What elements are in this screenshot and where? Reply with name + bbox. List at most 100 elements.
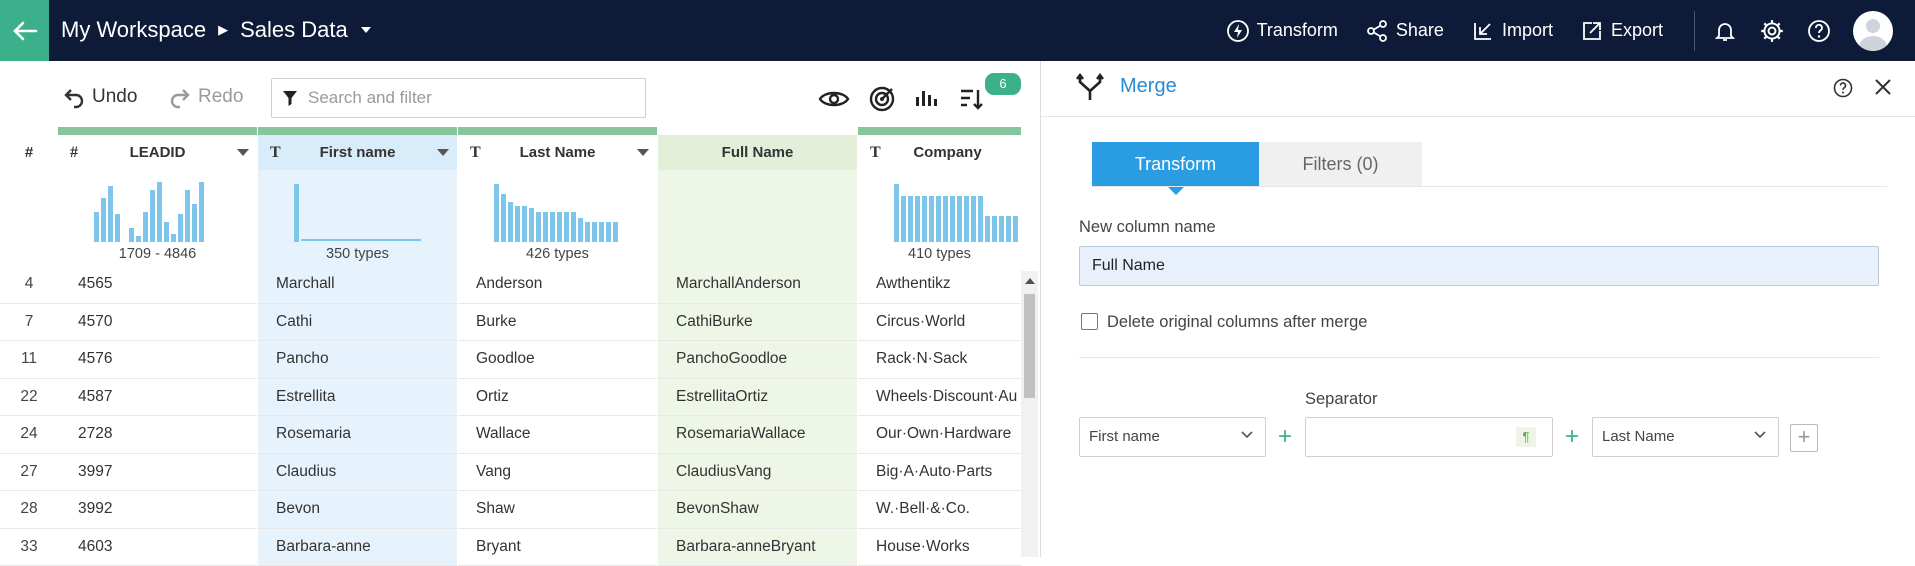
table-cell[interactable]: Ortiz — [458, 379, 657, 417]
back-button[interactable] — [0, 0, 49, 61]
table-cell: Barbara-anneBryant — [658, 529, 857, 566]
import-button[interactable]: Import — [1471, 19, 1553, 43]
caret-down-icon[interactable] — [360, 26, 372, 34]
column-company: T Company — [858, 127, 1021, 566]
column-profile — [658, 170, 857, 266]
table-cell[interactable]: Rosemaria — [258, 416, 457, 454]
scroll-up-icon[interactable] — [1025, 278, 1035, 284]
row-number: 27 — [0, 454, 58, 492]
undo-button[interactable]: Undo — [62, 85, 137, 109]
row-number-column: # 4 7 11 22 24 27 28 33 — [0, 127, 58, 566]
share-button[interactable]: Share — [1365, 19, 1444, 43]
share-label: Share — [1396, 20, 1444, 41]
table-cell[interactable]: Burke — [458, 304, 657, 342]
table-cell[interactable]: Cathi — [258, 304, 457, 342]
column-header-first-name[interactable]: T First name — [258, 135, 457, 170]
column-name: Company — [858, 144, 1021, 161]
vertical-scrollbar[interactable] — [1021, 271, 1038, 557]
separator-label: Separator — [1305, 390, 1377, 409]
table-cell[interactable]: Bryant — [458, 529, 657, 566]
share-icon — [1365, 19, 1389, 43]
help-icon[interactable] — [1833, 78, 1853, 98]
table-cell[interactable]: Awthentikz — [858, 266, 1021, 304]
dataset-title[interactable]: Sales Data — [240, 17, 348, 43]
table-cell[interactable]: Claudius — [258, 454, 457, 492]
notifications-button[interactable] — [1713, 19, 1737, 43]
workspace-link[interactable]: My Workspace — [61, 17, 206, 43]
chart-icon[interactable] — [914, 88, 940, 110]
plus-icon: + — [1278, 423, 1292, 451]
table-cell[interactable]: Circus·World — [858, 304, 1021, 342]
top-bar: My Workspace ▶ Sales Data Transform Shar… — [0, 0, 1915, 61]
table-cell[interactable]: 4576 — [58, 341, 257, 379]
table-cell[interactable]: Estrellita — [258, 379, 457, 417]
table-cell[interactable]: Marchall — [258, 266, 457, 304]
redo-label: Redo — [198, 86, 243, 108]
table-cell[interactable]: 2728 — [58, 416, 257, 454]
table-cell[interactable]: Pancho — [258, 341, 457, 379]
table-cell[interactable]: Wallace — [458, 416, 657, 454]
table-cell[interactable]: Goodloe — [458, 341, 657, 379]
row-number: 4 — [0, 266, 58, 304]
second-column-select[interactable]: Last Name — [1592, 417, 1779, 457]
table-cell[interactable]: 3992 — [58, 491, 257, 529]
column-header-leadid[interactable]: # LEADID — [58, 135, 257, 170]
table-cell: CathiBurke — [658, 304, 857, 342]
table-cell[interactable]: Anderson — [458, 266, 657, 304]
merge-panel: Merge Transform Filters (0) New column n… — [1040, 61, 1915, 557]
target-icon[interactable] — [868, 85, 896, 113]
search-input[interactable] — [308, 88, 628, 108]
sort-icon[interactable] — [958, 86, 984, 112]
settings-button[interactable] — [1759, 18, 1785, 44]
column-menu-icon[interactable] — [637, 149, 649, 156]
help-button[interactable] — [1807, 19, 1831, 43]
column-menu-icon[interactable] — [237, 149, 249, 156]
add-column-button[interactable]: + — [1790, 424, 1818, 452]
table-cell[interactable]: 3997 — [58, 454, 257, 492]
column-menu-icon[interactable] — [437, 149, 449, 156]
column-profile: 426 types — [458, 170, 657, 266]
column-header-last-name[interactable]: T Last Name — [458, 135, 657, 170]
histogram-chart — [58, 176, 257, 246]
table-cell[interactable]: 4603 — [58, 529, 257, 566]
tab-filters[interactable]: Filters (0) — [1259, 142, 1422, 187]
transform-button[interactable]: Transform — [1226, 19, 1338, 43]
table-cell[interactable]: Vang — [458, 454, 657, 492]
table-cell[interactable]: 4570 — [58, 304, 257, 342]
column-name: Full Name — [658, 144, 857, 161]
separator-input[interactable]: ¶ — [1305, 417, 1553, 457]
table-cell[interactable]: Bevon — [258, 491, 457, 529]
pilcrow-icon[interactable]: ¶ — [1516, 427, 1536, 447]
scrollbar-thumb[interactable] — [1024, 294, 1035, 398]
table-cell[interactable]: Wheels·Discount·Au — [858, 379, 1021, 417]
table-cell[interactable]: 4587 — [58, 379, 257, 417]
export-button[interactable]: Export — [1580, 19, 1663, 43]
table-cell[interactable]: Our·Own·Hardware — [858, 416, 1021, 454]
tab-transform[interactable]: Transform — [1092, 142, 1259, 187]
histogram-chart — [458, 176, 657, 246]
search-box[interactable] — [271, 78, 646, 118]
avatar[interactable] — [1853, 11, 1893, 51]
table-cell[interactable]: W.·Bell·&·Co. — [858, 491, 1021, 529]
back-arrow-icon — [12, 21, 38, 41]
column-full-name-preview: Full Name MarchallAnderson CathiBurke Pa… — [658, 127, 857, 566]
close-icon[interactable] — [1873, 77, 1893, 97]
table-cell[interactable]: Rack·N·Sack — [858, 341, 1021, 379]
table-cell[interactable]: House·Works — [858, 529, 1021, 566]
new-column-label: New column name — [1079, 218, 1216, 237]
table-cell[interactable]: 4565 — [58, 266, 257, 304]
table-cell[interactable]: Big·A·Auto·Parts — [858, 454, 1021, 492]
delete-original-checkbox[interactable] — [1081, 313, 1098, 330]
column-header-company[interactable]: T Company — [858, 135, 1021, 170]
first-column-select[interactable]: First name — [1079, 417, 1266, 457]
table-cell[interactable]: Shaw — [458, 491, 657, 529]
delete-original-label[interactable]: Delete original columns after merge — [1107, 313, 1367, 332]
table-cell[interactable]: Barbara-anne — [258, 529, 457, 566]
redo-button[interactable]: Redo — [168, 85, 243, 109]
new-column-name-input[interactable]: Full Name — [1079, 246, 1879, 286]
export-label: Export — [1611, 20, 1663, 41]
column-stat: 1709 - 4846 — [58, 246, 257, 262]
eye-icon[interactable] — [818, 88, 850, 110]
row-number: 24 — [0, 416, 58, 454]
second-column-value: Last Name — [1602, 428, 1675, 445]
